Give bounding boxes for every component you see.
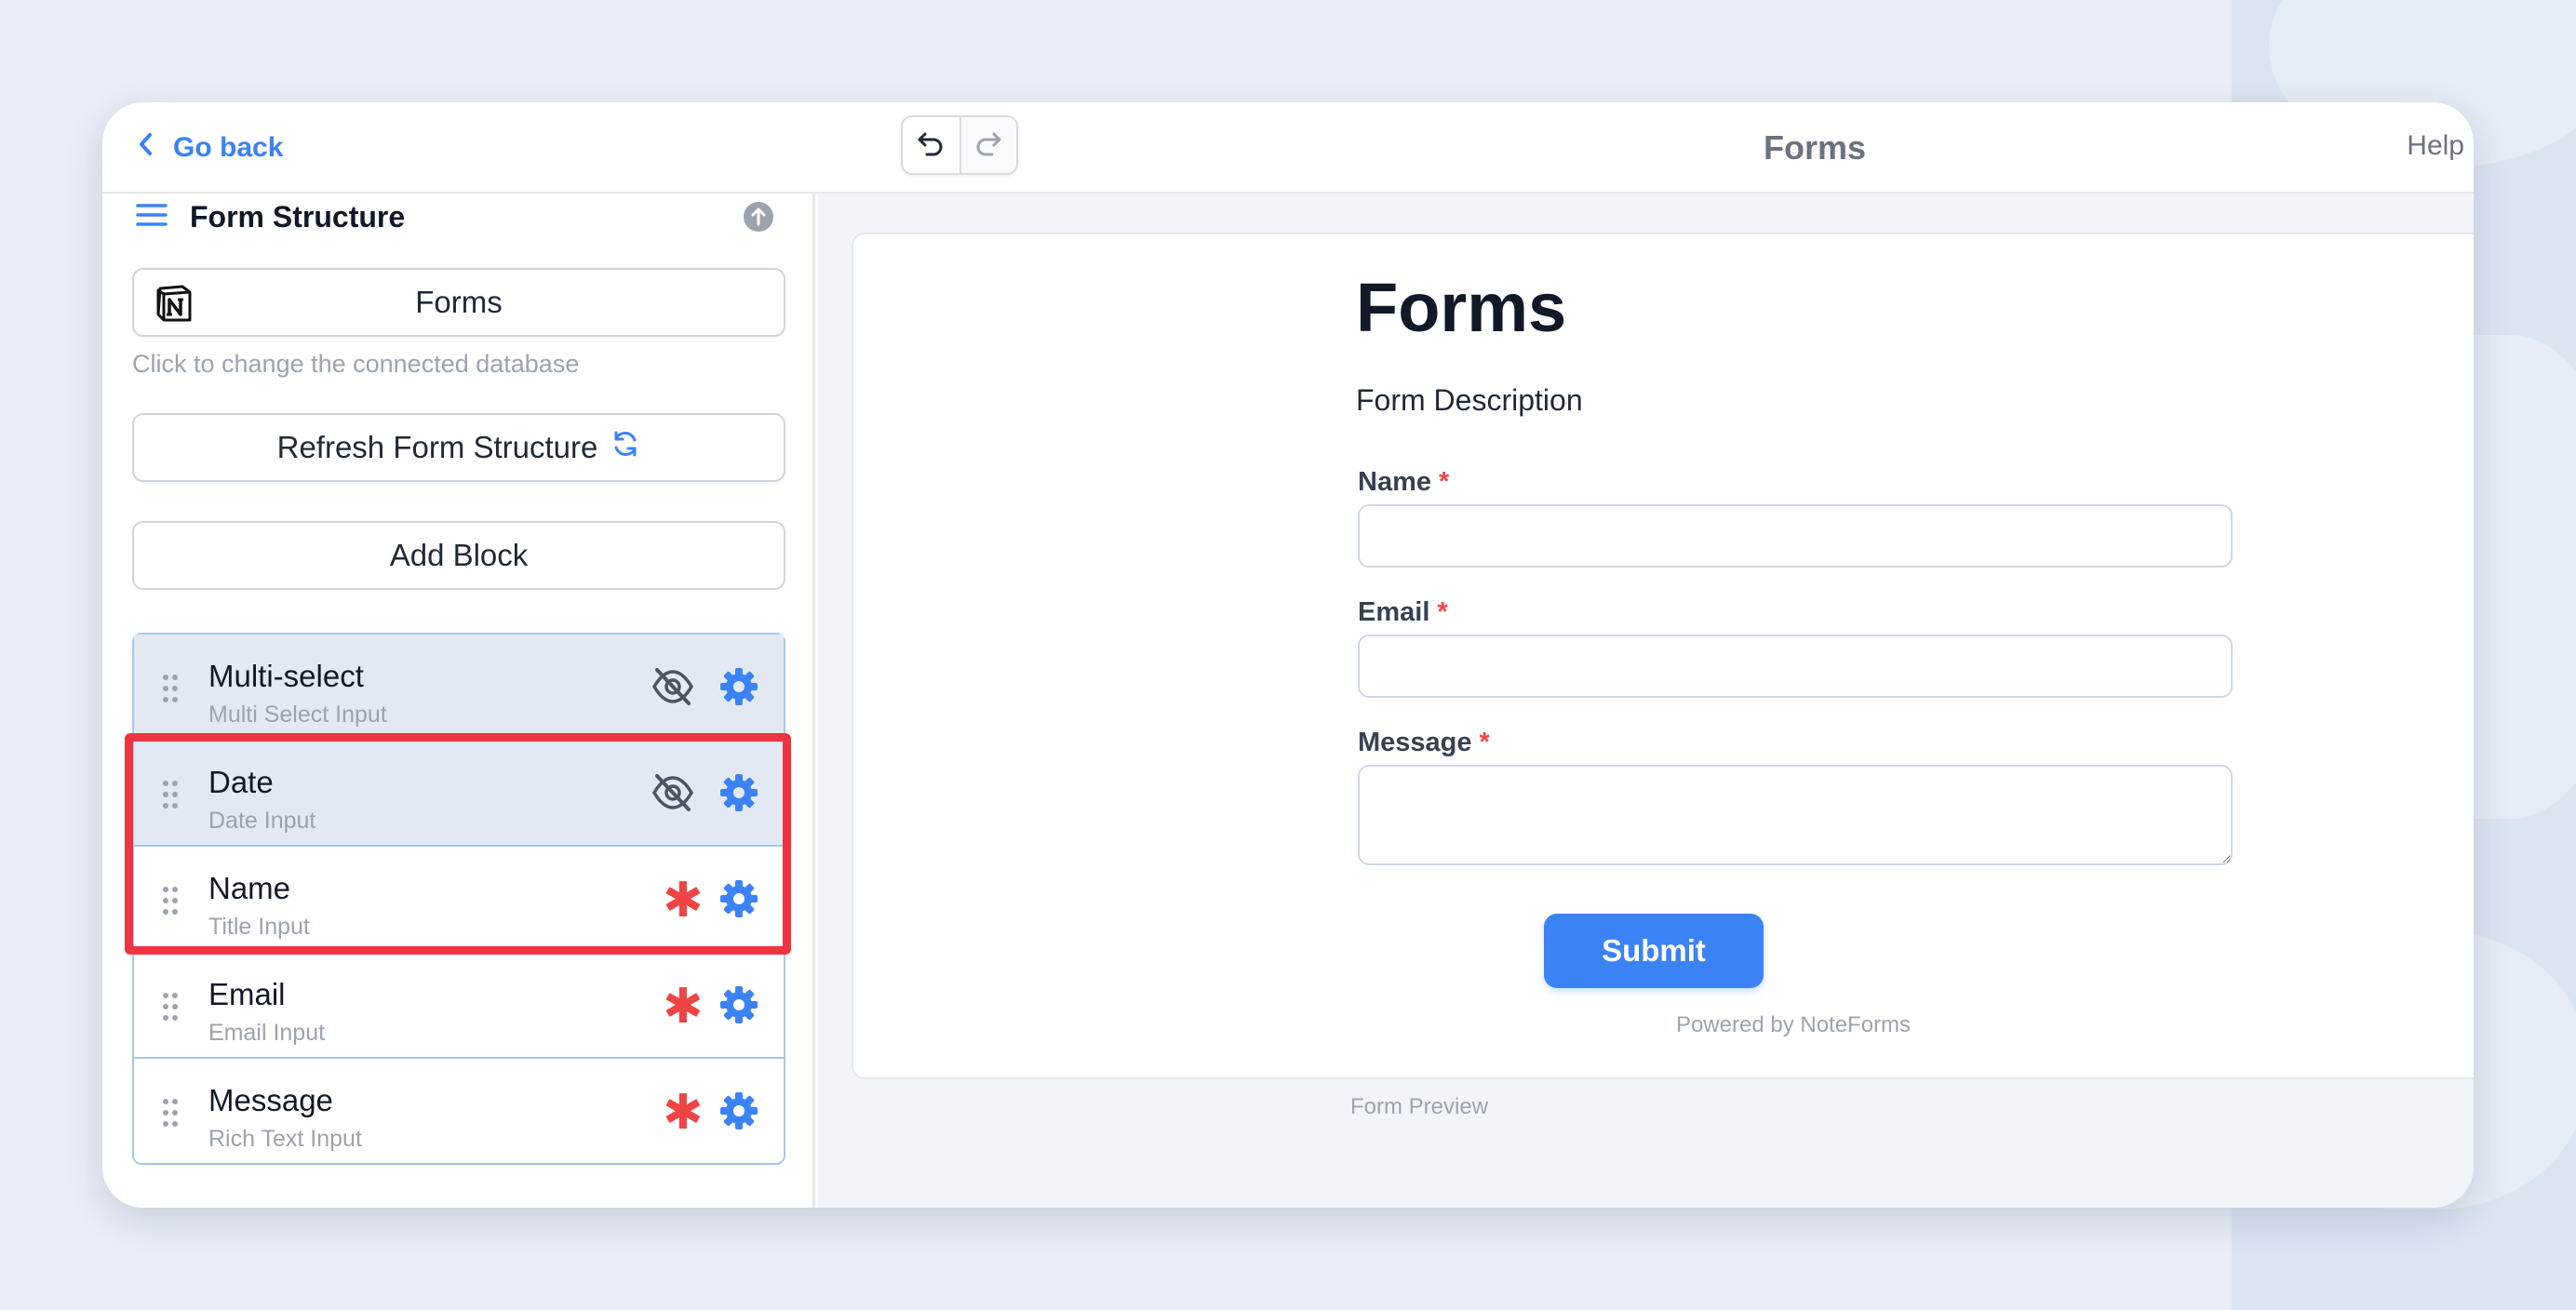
block-title: Name <box>208 871 291 905</box>
go-back-link[interactable]: Go back <box>136 125 283 171</box>
block-title: Multi-select <box>208 659 364 693</box>
eye-off-icon[interactable] <box>651 666 694 712</box>
block-name[interactable]: Name Title Input ✱ <box>134 847 784 953</box>
go-back-label: Go back <box>173 132 284 163</box>
email-input[interactable] <box>1358 635 2233 698</box>
block-type: Multi Select Input <box>208 702 387 728</box>
form-description: Form Description <box>1356 383 1583 417</box>
field-label-text: Message <box>1358 728 1472 757</box>
form-preview-caption: Form Preview <box>1350 1094 1489 1119</box>
arrow-up-circle-icon[interactable] <box>743 201 774 237</box>
required-asterisk-icon[interactable]: ✱ <box>663 873 704 929</box>
block-multi-select[interactable]: Multi-select Multi Select Input <box>134 635 784 741</box>
drag-handle-icon[interactable] <box>162 674 181 708</box>
gear-icon[interactable] <box>718 878 759 924</box>
field-label-text: Email <box>1358 597 1430 627</box>
undo-button[interactable] <box>903 117 959 173</box>
block-title: Email <box>208 977 286 1011</box>
block-title: Message <box>208 1083 333 1117</box>
gear-icon[interactable] <box>718 1090 759 1136</box>
email-field-label: Email * <box>1358 597 1448 628</box>
eye-off-icon[interactable] <box>651 772 694 818</box>
notion-logo-icon <box>154 283 195 331</box>
required-asterisk-icon[interactable]: ✱ <box>663 1085 704 1141</box>
name-field-label: Name * <box>1358 467 1449 498</box>
add-block-button[interactable]: Add Block <box>132 521 785 590</box>
drag-handle-icon[interactable] <box>162 886 181 920</box>
block-type: Rich Text Input <box>208 1126 362 1152</box>
database-hint: Click to change the connected database <box>132 350 580 378</box>
drag-handle-icon[interactable] <box>162 992 181 1026</box>
drag-handle-icon[interactable] <box>162 1098 181 1132</box>
block-date[interactable]: Date Date Input <box>134 741 784 847</box>
form-preview-area: Forms Form Description Name * Email * Mess… <box>818 194 2474 1208</box>
name-input[interactable] <box>1358 504 2233 568</box>
form-structure-sidebar: Form Structure Forms Click to change the… <box>102 194 815 1208</box>
required-mark: * <box>1479 728 1490 757</box>
undo-redo-group <box>901 115 1018 175</box>
block-title: Date <box>208 765 274 799</box>
field-label-text: Name <box>1358 467 1431 497</box>
menu-icon[interactable] <box>136 201 168 234</box>
gear-icon[interactable] <box>718 984 759 1030</box>
block-type: Title Input <box>208 914 310 940</box>
required-mark: * <box>1437 597 1448 627</box>
undo-icon <box>916 128 946 163</box>
gear-icon[interactable] <box>718 666 759 712</box>
block-type: Email Input <box>208 1020 326 1046</box>
connected-database-button[interactable]: Forms <box>132 268 785 337</box>
form-title: Forms <box>1356 269 1567 346</box>
form-blocks-list: Multi-select Multi Select Input Date Dat… <box>132 633 785 1165</box>
refresh-form-structure-button[interactable]: Refresh Form Structure <box>132 413 785 482</box>
required-mark: * <box>1439 467 1450 497</box>
sidebar-title: Form Structure <box>190 199 406 234</box>
database-button-label: Forms <box>415 285 503 319</box>
gear-icon[interactable] <box>718 772 759 818</box>
powered-by-text: Powered by NoteForms <box>1675 1012 1912 1037</box>
form-preview-card: Forms Form Description Name * Email * Mess… <box>852 233 2474 1079</box>
required-asterisk-icon[interactable]: ✱ <box>663 979 704 1035</box>
app-window: Go back Forms Help Form Structure Forms … <box>102 102 2474 1208</box>
block-email[interactable]: Email Email Input ✱ <box>134 953 784 1059</box>
submit-button[interactable]: Submit <box>1544 914 1764 988</box>
message-field-label: Message * <box>1358 728 1490 758</box>
block-message[interactable]: Message Rich Text Input ✱ <box>134 1059 784 1165</box>
redo-icon <box>973 128 1003 163</box>
refresh-button-label: Refresh Form Structure <box>276 430 598 464</box>
sidebar-header: Form Structure <box>136 194 774 240</box>
chevron-left-icon <box>136 131 156 165</box>
help-link[interactable]: Help <box>2407 130 2464 162</box>
drag-handle-icon[interactable] <box>162 780 181 814</box>
redo-button[interactable] <box>959 117 1016 173</box>
top-bar: Go back Forms Help <box>102 102 2474 194</box>
page-title: Forms <box>1763 128 1867 167</box>
block-type: Date Input <box>208 808 316 834</box>
refresh-icon <box>610 429 640 466</box>
message-textarea[interactable] <box>1358 765 2233 865</box>
